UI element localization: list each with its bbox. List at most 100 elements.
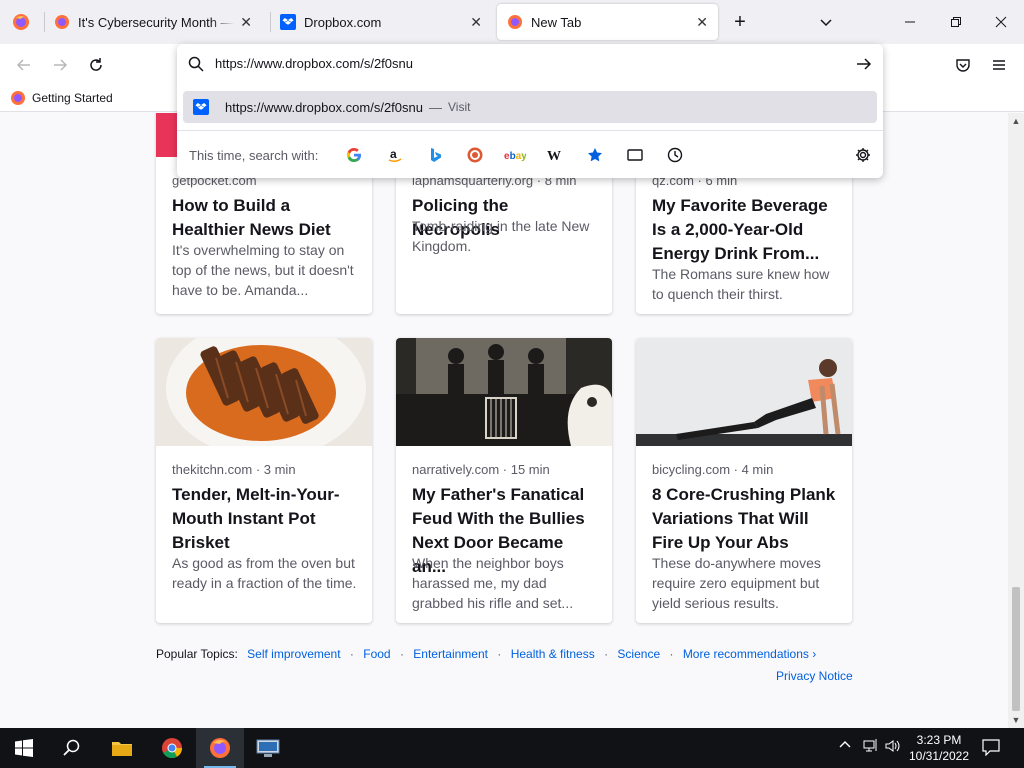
- search-icon: [188, 56, 204, 72]
- story-card[interactable]: thekitchn.com · 3 min Tender, Melt-in-Yo…: [156, 338, 372, 623]
- system-clock[interactable]: 3:23 PM 10/31/2022: [904, 732, 974, 764]
- tab-label: It's Cybersecurity Month — tim: [78, 14, 234, 30]
- search-settings-gear-icon[interactable]: [851, 143, 875, 167]
- brisket-thumbnail: [156, 338, 372, 446]
- tab-label: Dropbox.com: [304, 14, 382, 30]
- story-card[interactable]: bicycling.com · 4 min 8 Core-Crushing Pl…: [636, 338, 852, 623]
- topic-separator: ·: [604, 647, 609, 661]
- minimize-icon: [905, 21, 915, 23]
- topic-link-food[interactable]: Food: [363, 647, 390, 661]
- result-url: https://www.dropbox.com/s/2f0snu: [225, 99, 423, 115]
- list-all-tabs-button[interactable]: [812, 8, 840, 36]
- google-icon[interactable]: [342, 143, 366, 167]
- app-menu-button[interactable]: [984, 50, 1014, 80]
- topic-link-science[interactable]: Science: [617, 647, 660, 661]
- topic-link-health-fitness[interactable]: Health & fitness: [511, 647, 595, 661]
- new-tab-page: getpocket.com How to Build a Healthier N…: [0, 113, 1008, 728]
- close-window-button[interactable]: [987, 8, 1015, 36]
- go-arrow-icon[interactable]: [855, 55, 873, 73]
- tab-dropbox[interactable]: Dropbox.com ✕: [270, 4, 492, 40]
- ebay-icon[interactable]: ebay: [503, 143, 527, 167]
- topic-separator: ·: [349, 647, 354, 661]
- notifications-icon[interactable]: [982, 738, 1000, 759]
- story-title: 8 Core-Crushing Plank Variations That Wi…: [652, 485, 836, 552]
- windows-taskbar: 3:23 PM 10/31/2022: [0, 728, 1024, 768]
- volume-icon[interactable]: [884, 738, 902, 757]
- scrollbar-thumb[interactable]: [1012, 587, 1020, 711]
- show-hidden-icons-chevron-up-icon[interactable]: [838, 738, 852, 755]
- firefox-taskbar-button[interactable]: [196, 728, 244, 768]
- story-source: narratively.com · 15 min: [412, 462, 550, 477]
- close-tab-icon[interactable]: ✕: [696, 14, 708, 31]
- scroll-down-arrow-icon[interactable]: ▼: [1008, 712, 1024, 728]
- topic-separator: ·: [669, 647, 674, 661]
- network-icon[interactable]: [862, 738, 880, 757]
- result-action: Visit: [447, 100, 471, 114]
- dropbox-icon: [280, 14, 296, 30]
- story-excerpt: It's overwhelming to stay on top of the …: [172, 242, 354, 298]
- file-explorer-button[interactable]: [98, 728, 146, 768]
- popular-topics-label: Popular Topics:: [156, 647, 238, 661]
- history-icon[interactable]: [663, 143, 687, 167]
- remote-desktop-button[interactable]: [244, 728, 292, 768]
- story-excerpt: The Romans sure knew how to quench their…: [652, 266, 830, 302]
- topic-link-entertainment[interactable]: Entertainment: [413, 647, 488, 661]
- pocket-button[interactable]: [948, 50, 978, 80]
- chrome-button[interactable]: [148, 728, 196, 768]
- new-tab-button[interactable]: +: [726, 8, 754, 36]
- story-excerpt: When the neighbor boys harassed me, my d…: [412, 555, 574, 611]
- tab-cybersecurity[interactable]: It's Cybersecurity Month — tim ✕: [44, 4, 262, 40]
- chevron-down-icon: [820, 19, 832, 27]
- forward-button[interactable]: [45, 50, 75, 80]
- folder-icon: [112, 742, 132, 756]
- urlbar-result-visit[interactable]: https://www.dropbox.com/s/2f0snu — Visit: [183, 91, 877, 123]
- story-card[interactable]: narratively.com · 15 min My Father's Fan…: [396, 338, 612, 623]
- remote-desktop-icon: [256, 739, 280, 757]
- tabs-icon[interactable]: [623, 143, 647, 167]
- clock-time: 3:23 PM: [916, 733, 962, 747]
- reload-button[interactable]: [81, 50, 111, 80]
- page-scrollbar[interactable]: ▲ ▼: [1008, 113, 1024, 728]
- chrome-icon: [162, 738, 183, 759]
- tab-new-tab[interactable]: New Tab ✕: [497, 4, 718, 40]
- topic-link-self-improvement[interactable]: Self improvement: [247, 647, 340, 661]
- firefox-icon: [13, 14, 29, 30]
- minimize-button[interactable]: [896, 8, 924, 36]
- restore-button[interactable]: [942, 8, 970, 36]
- close-tab-icon[interactable]: ✕: [240, 14, 252, 31]
- close-tab-icon[interactable]: ✕: [470, 14, 482, 31]
- more-recommendations-link[interactable]: More recommendations ›: [683, 647, 816, 661]
- bookmark-getting-started[interactable]: Getting Started: [10, 90, 113, 106]
- url-input[interactable]: [215, 56, 835, 71]
- restore-icon: [951, 17, 961, 27]
- firefox-view-button[interactable]: [0, 4, 42, 40]
- firefox-icon: [210, 738, 230, 758]
- popular-topics: Popular Topics: Self improvement · Food …: [156, 647, 816, 661]
- bing-icon[interactable]: [423, 143, 447, 167]
- amazon-icon[interactable]: a: [383, 143, 407, 167]
- pocket-icon: [956, 59, 970, 72]
- story-excerpt: Tomb-raiding in the late New Kingdom.: [412, 218, 590, 254]
- scroll-up-arrow-icon[interactable]: ▲: [1008, 113, 1024, 129]
- story-excerpt: As good as from the oven but ready in a …: [172, 555, 357, 591]
- dropbox-icon: [193, 99, 209, 115]
- duckduckgo-icon[interactable]: [463, 143, 487, 167]
- search-taskbar-button[interactable]: [48, 728, 96, 768]
- firefox-icon: [11, 91, 25, 105]
- start-button[interactable]: [0, 728, 48, 768]
- bookmark-label: Getting Started: [32, 91, 113, 105]
- back-button[interactable]: [9, 50, 39, 80]
- svg-text:W: W: [547, 149, 561, 162]
- windows-logo-icon: [15, 739, 33, 757]
- wikipedia-icon[interactable]: W: [543, 143, 567, 167]
- clock-date: 10/31/2022: [908, 749, 970, 763]
- urlbar-popup: https://www.dropbox.com/s/2f0snu — Visit…: [177, 44, 883, 178]
- story-title: How to Build a Healthier News Diet: [172, 196, 331, 239]
- privacy-notice-link[interactable]: Privacy Notice: [776, 669, 853, 683]
- arrow-left-icon: [16, 59, 30, 71]
- svg-text:a: a: [390, 147, 397, 161]
- story-title: Tender, Melt-in-Your-Mouth Instant Pot B…: [172, 485, 340, 552]
- bookmarks-icon[interactable]: [583, 143, 607, 167]
- topic-separator: ·: [399, 647, 404, 661]
- story-source: bicycling.com · 4 min: [652, 462, 774, 477]
